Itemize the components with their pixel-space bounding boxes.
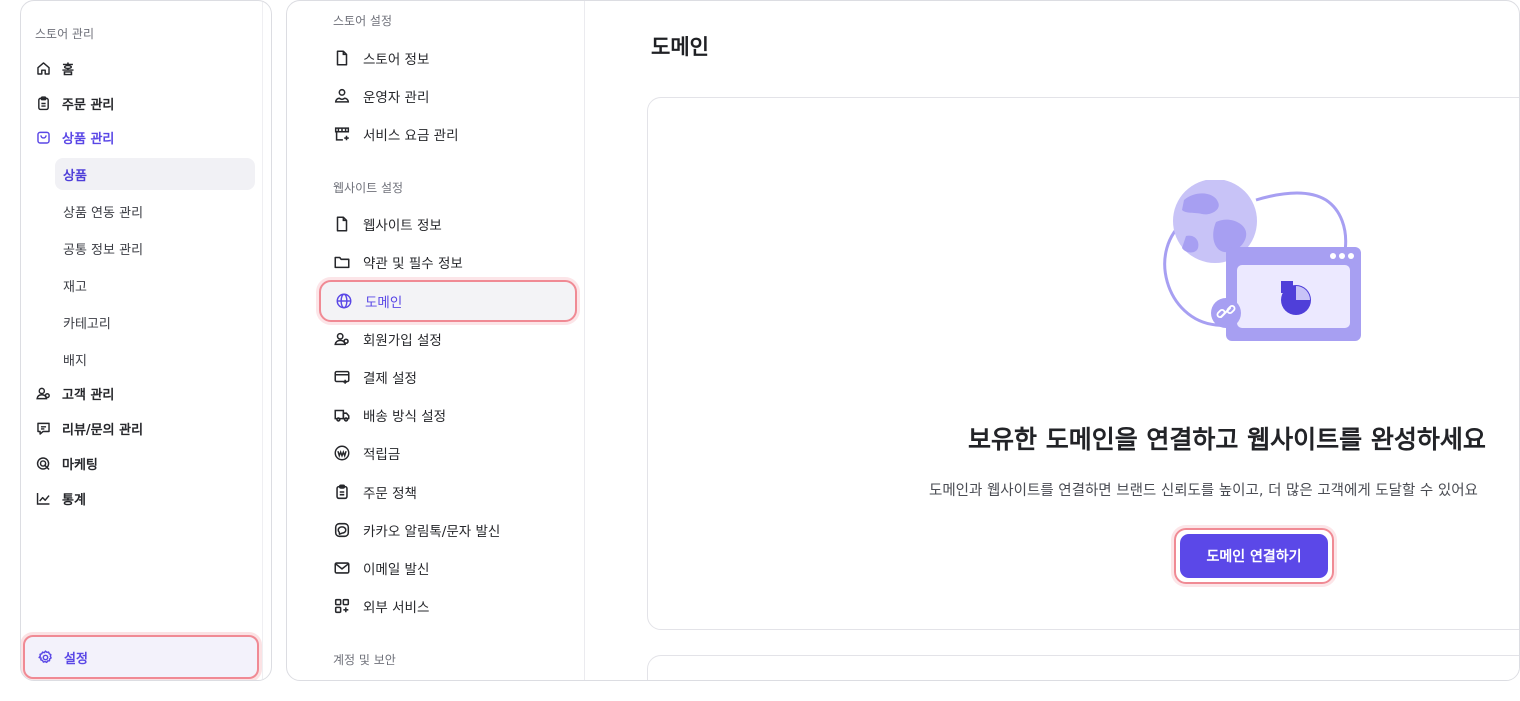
- subnav-item-shipping[interactable]: 배송 방식 설정: [333, 401, 446, 429]
- subnav-item-signup[interactable]: 회원가입 설정: [333, 325, 442, 353]
- truck-icon: [334, 409, 350, 422]
- subnav-item-kakao[interactable]: 카카오 알림톡/문자 발신: [333, 516, 500, 544]
- sidebar-item-customers[interactable]: 고객 관리: [35, 380, 114, 406]
- operator-icon: [334, 88, 350, 103]
- store-plus-icon: [334, 127, 350, 141]
- sidebar-item-label: 통계: [62, 492, 86, 508]
- chart-icon: [36, 492, 50, 505]
- subnav-item-label: 카카오 알림톡/문자 발신: [363, 524, 501, 540]
- message-icon: [334, 522, 350, 538]
- subnav-item-label: 운영자 관리: [363, 90, 430, 106]
- store-settings-section-label: 스토어 설정: [333, 14, 393, 28]
- sidebar-item-marketing[interactable]: 마케팅: [35, 450, 98, 476]
- website-settings-section-label: 웹사이트 설정: [333, 181, 404, 195]
- sidebar-subitem-category[interactable]: 카테고리: [55, 306, 255, 338]
- subnav-item-label: 서비스 요금 관리: [363, 128, 459, 144]
- account-security-section-label: 계정 및 보안: [333, 653, 396, 667]
- subnav-item-service-fee[interactable]: 서비스 요금 관리: [333, 120, 459, 148]
- sidebar-item-products[interactable]: 상품 관리: [35, 124, 114, 150]
- subnav-item-label: 도메인: [365, 295, 403, 311]
- subnav-item-terms[interactable]: 약관 및 필수 정보: [333, 248, 463, 276]
- sidebar-subitem-product-sync[interactable]: 상품 연동 관리: [55, 195, 255, 227]
- empty-state-description: 도메인과 웹사이트를 연결하면 브랜드 신뢰도를 높이고, 더 많은 고객에게 …: [929, 483, 1478, 499]
- subnav-item-label: 스토어 정보: [363, 52, 430, 68]
- domain-content: 도메인 보유한 도메인을 연결하고 웹사이트를 완성하세요 도메인과 웹사이트를…: [585, 1, 1519, 680]
- subnav-item-payment[interactable]: 결제 설정: [333, 363, 417, 391]
- sidebar-subitem-common-info[interactable]: 공통 정보 관리: [55, 232, 255, 264]
- users-icon: [334, 332, 349, 346]
- subnav-item-label: 결제 설정: [363, 371, 417, 387]
- shopping-bag-icon: [37, 131, 50, 144]
- subnav-item-label: 주문 정책: [363, 486, 417, 502]
- sidebar-item-label: 고객 관리: [62, 387, 115, 403]
- won-coin-icon: [334, 445, 350, 461]
- sidebar-section-label: 스토어 관리: [35, 27, 95, 41]
- subnav-item-store-info[interactable]: 스토어 정보: [333, 44, 429, 72]
- subnav-item-label: 외부 서비스: [363, 600, 430, 616]
- clipboard-icon: [336, 484, 348, 500]
- subnav-item-order-policy[interactable]: 주문 정책: [333, 478, 417, 506]
- subnav-item-label: 이메일 발신: [363, 562, 430, 578]
- subnav-item-label: 웹사이트 정보: [363, 218, 442, 234]
- domain-empty-state-card: 보유한 도메인을 연결하고 웹사이트를 완성하세요 도메인과 웹사이트를 연결하…: [647, 97, 1519, 630]
- file-icon: [336, 216, 348, 232]
- globe-icon: [336, 293, 352, 309]
- domain-illustration: [1163, 180, 1361, 341]
- settings-sub-nav: 스토어 설정 스토어 정보 운영자 관리 서비스 요금 관리 웹사이트 설정 웹…: [287, 1, 585, 680]
- sidebar-item-label: 주문 관리: [62, 97, 115, 113]
- folder-icon: [334, 256, 350, 269]
- subnav-item-external[interactable]: 외부 서비스: [333, 592, 429, 620]
- sidebar-item-label: 상품 관리: [62, 131, 115, 147]
- subnav-item-operators[interactable]: 운영자 관리: [333, 82, 429, 110]
- secondary-card: [647, 655, 1519, 680]
- sidebar-subitem-inventory[interactable]: 재고: [55, 269, 255, 301]
- empty-state-headline: 보유한 도메인을 연결하고 웹사이트를 완성하세요: [968, 425, 1486, 454]
- sidebar-item-home[interactable]: 홈: [35, 55, 74, 81]
- sidebar-item-label: 리뷰/문의 관리: [62, 422, 144, 438]
- sidebar-item-orders[interactable]: 주문 관리: [35, 90, 114, 116]
- chat-icon: [37, 422, 50, 435]
- subnav-item-label: 약관 및 필수 정보: [363, 256, 463, 272]
- subnav-item-domain[interactable]: 도메인: [319, 280, 577, 322]
- card-icon: [334, 370, 350, 384]
- sidebar-subitem-badge[interactable]: 배지: [55, 343, 255, 375]
- subnav-item-email[interactable]: 이메일 발신: [333, 554, 429, 582]
- mail-icon: [334, 562, 350, 574]
- subnav-item-label: 회원가입 설정: [363, 333, 442, 349]
- settings-window: 스토어 설정 스토어 정보 운영자 관리 서비스 요금 관리 웹사이트 설정 웹…: [286, 0, 1520, 681]
- subnav-item-label: 배송 방식 설정: [363, 409, 447, 425]
- apps-plus-icon: [334, 598, 350, 614]
- users-icon: [36, 387, 50, 399]
- sidebar-item-settings[interactable]: 설정: [23, 635, 259, 679]
- sidebar-item-reviews[interactable]: 리뷰/문의 관리: [35, 415, 143, 441]
- file-icon: [336, 50, 348, 66]
- home-icon: [37, 61, 50, 75]
- subnav-item-points[interactable]: 적립금: [333, 439, 400, 467]
- sidebar-item-label: 마케팅: [62, 457, 98, 473]
- store-sidebar: 스토어 관리 홈 주문 관리 상품 관리 상품 상품 연동 관리 공통 정보 관…: [20, 0, 272, 681]
- sidebar-subitem-products[interactable]: 상품: [55, 158, 255, 190]
- sidebar-item-label: 홈: [62, 62, 74, 78]
- sidebar-divider: [262, 1, 263, 680]
- target-icon: [36, 456, 50, 470]
- connect-domain-button[interactable]: 도메인 연결하기: [1180, 534, 1328, 578]
- sidebar-item-statistics[interactable]: 통계: [35, 485, 86, 511]
- subnav-item-website-info[interactable]: 웹사이트 정보: [333, 210, 442, 238]
- subnav-item-label: 적립금: [363, 447, 401, 463]
- clipboard-icon: [38, 95, 49, 110]
- page-title: 도메인: [651, 35, 709, 59]
- gear-icon: [38, 649, 52, 663]
- settings-label: 설정: [64, 651, 88, 667]
